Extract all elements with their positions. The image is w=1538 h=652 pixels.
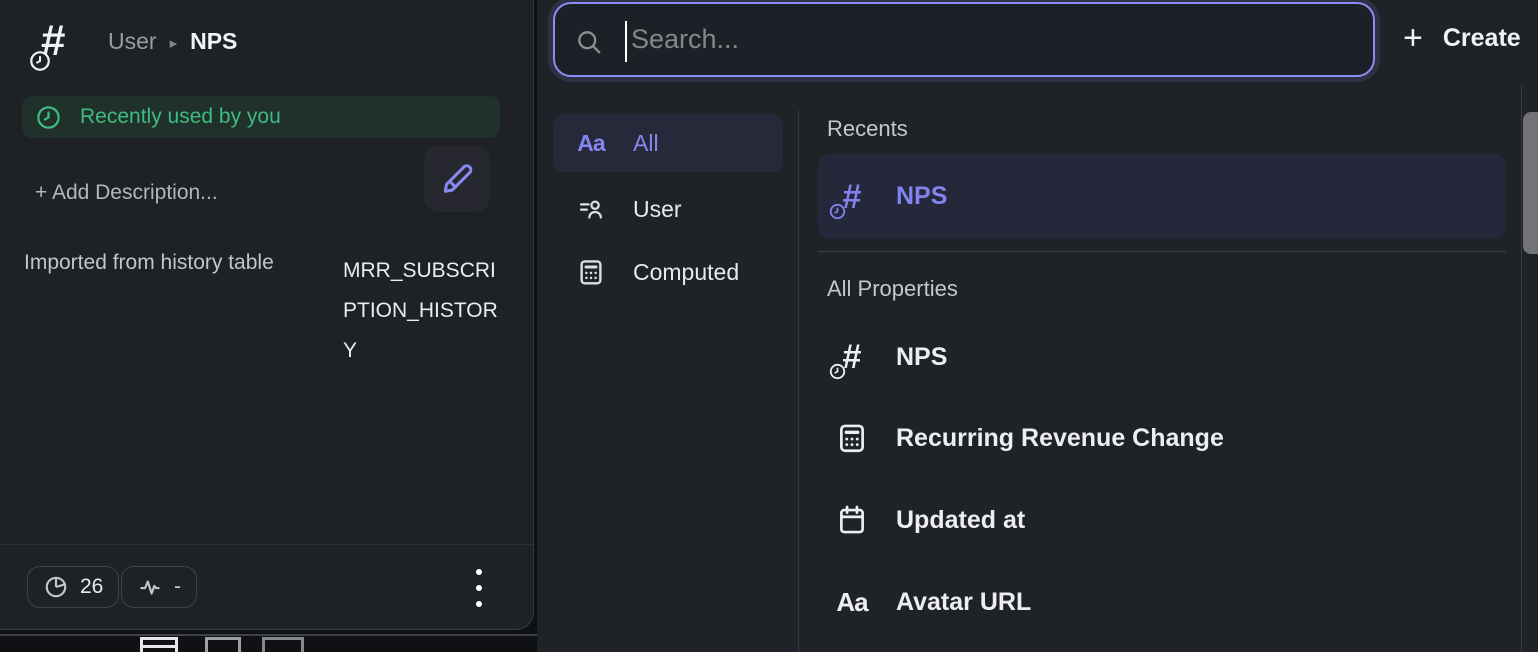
property-item-recurring-revenue-change[interactable]: Recurring Revenue Change: [818, 398, 1506, 478]
user-properties-icon: [573, 195, 609, 223]
tab-computed[interactable]: Computed: [553, 246, 783, 298]
panel-footer: 26 -: [0, 544, 533, 629]
add-description-button[interactable]: + Add Description...: [35, 181, 218, 205]
breadcrumb: User ▸ NPS: [108, 28, 237, 55]
imported-table-name: MRR_SUBSCRIPTION_HISTORY: [343, 251, 503, 371]
pencil-icon: [439, 161, 475, 197]
text-aa-icon: Aa: [573, 130, 609, 157]
property-item-updated-at[interactable]: Updated at: [818, 480, 1506, 560]
calculator-icon: [573, 257, 609, 287]
property-item-label: Updated at: [896, 506, 1025, 535]
pie-chart-icon: [43, 574, 69, 600]
calculator-icon: [830, 421, 874, 455]
table-cell-fragment: [140, 637, 178, 652]
property-picker-modal: + Create Aa All User Computed Recents #: [537, 0, 1538, 652]
trend-pill[interactable]: -: [121, 566, 197, 608]
property-item-label: Recurring Revenue Change: [896, 424, 1224, 453]
calendar-icon: [830, 503, 874, 537]
table-cell-fragment: [262, 637, 304, 652]
recently-used-badge: Recently used by you: [22, 96, 500, 138]
tab-label: User: [633, 196, 682, 223]
activity-pulse-icon: [137, 574, 163, 600]
table-grid-line: [0, 634, 537, 636]
value-count: 26: [80, 575, 103, 599]
tab-label: All: [633, 130, 659, 157]
background-table-fragment: [0, 630, 537, 652]
filter-tabs: Aa All User Computed: [537, 0, 798, 652]
recents-section-title: Recents: [827, 116, 908, 142]
clock-badge-icon: [29, 50, 51, 72]
numeric-property-with-time-icon: #: [830, 173, 874, 221]
trend-value: -: [174, 575, 181, 599]
property-item-label: Avatar URL: [896, 588, 1031, 617]
breadcrumb-current: NPS: [190, 28, 237, 55]
numeric-property-with-time-icon: #: [33, 12, 85, 70]
more-options-button[interactable]: [469, 569, 489, 607]
imported-from-label: Imported from history table: [24, 251, 274, 275]
property-detail-panel: # User ▸ NPS Recently used by you + Add …: [0, 0, 534, 630]
property-item-label: NPS: [896, 343, 947, 372]
all-properties-section-title: All Properties: [827, 276, 958, 302]
scrollbar-thumb[interactable]: [1523, 112, 1538, 254]
recent-item-label: NPS: [896, 182, 947, 211]
value-count-pill[interactable]: 26: [27, 566, 119, 608]
section-divider: [818, 251, 1506, 252]
results-panel: Recents # NPS All Properties # NPS R: [798, 0, 1538, 652]
breadcrumb-separator-icon: ▸: [170, 32, 178, 52]
recent-item-nps[interactable]: # NPS: [818, 154, 1506, 239]
edit-description-button[interactable]: [424, 146, 490, 212]
breadcrumb-parent[interactable]: User: [108, 28, 157, 55]
text-aa-icon: Aa: [830, 587, 874, 618]
numeric-property-with-time-icon: #: [830, 333, 874, 381]
tab-all[interactable]: Aa All: [553, 114, 783, 172]
tab-label: Computed: [633, 259, 739, 286]
table-cell-fragment: [205, 637, 241, 652]
recently-used-label: Recently used by you: [80, 105, 281, 129]
scrollbar-track[interactable]: [1521, 85, 1538, 652]
tab-user[interactable]: User: [553, 183, 783, 235]
clock-icon: [35, 104, 62, 131]
property-item-nps[interactable]: # NPS: [818, 317, 1506, 397]
property-item-avatar-url[interactable]: Aa Avatar URL: [818, 562, 1506, 642]
